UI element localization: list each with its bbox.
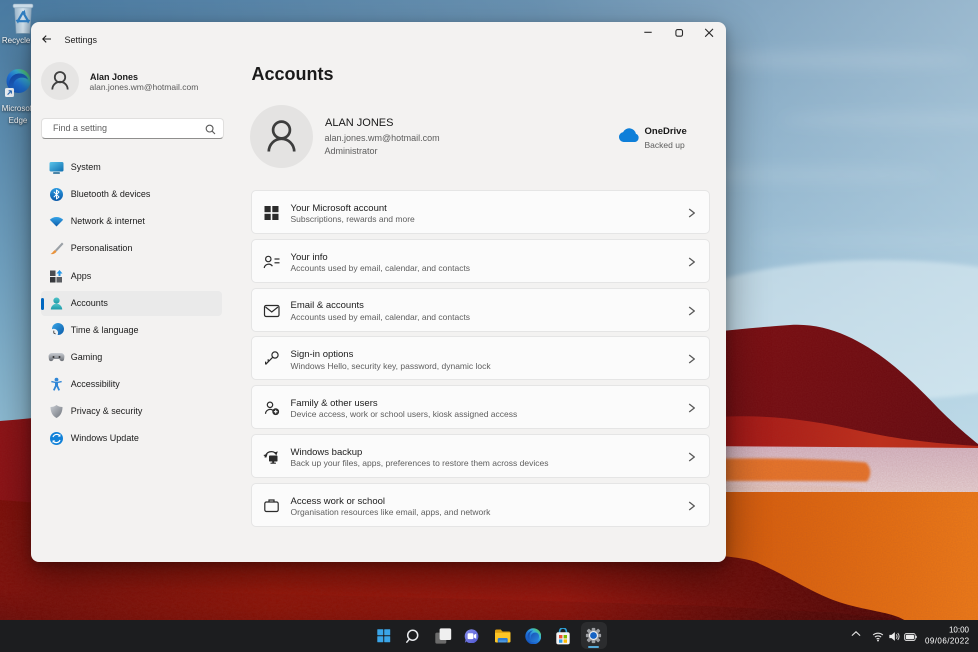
svg-text:09/06/2022: 09/06/2022 bbox=[925, 636, 970, 645]
svg-text:10:00: 10:00 bbox=[949, 626, 970, 635]
